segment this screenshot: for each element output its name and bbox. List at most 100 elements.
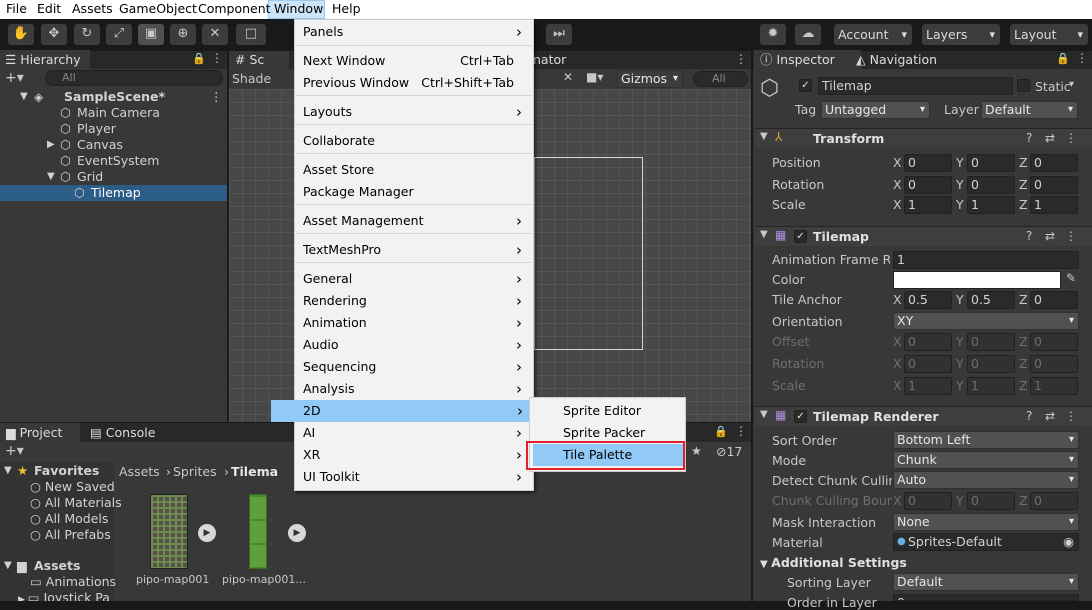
account-dropdown[interactable]: Account (834, 24, 912, 45)
tile-anchor-y-input[interactable]: 0.5 (967, 291, 1015, 309)
fav-item-new-saved[interactable]: ○ New Saved (30, 479, 115, 495)
tree-item-tilemap[interactable]: ⬡ Tilemap (0, 185, 227, 201)
help-icon[interactable]: ? (1026, 409, 1032, 423)
pivot-toggle-icon[interactable]: □ (236, 24, 266, 45)
position-z-input[interactable]: 0 (1030, 154, 1078, 172)
tilemap-header[interactable]: ▼ ▦ ✓ Tilemap ? ⇄ ⋮ (755, 226, 1092, 246)
move-tool-icon[interactable]: ✥ (41, 24, 67, 45)
sort-order-dropdown[interactable]: Bottom Left (893, 431, 1079, 449)
rotate-tool-icon[interactable]: ↻ (74, 24, 100, 45)
transform-header[interactable]: ▼ ⅄ Transform ? ⇄ ⋮ (755, 128, 1092, 148)
active-checkbox[interactable]: ✓ (799, 79, 812, 92)
renderer-enabled-checkbox[interactable]: ✓ (794, 410, 807, 423)
tree-item-grid[interactable]: ▼ ⬡ Grid (0, 169, 227, 185)
folder-animations[interactable]: ▭ Animations (30, 574, 116, 590)
detect-culling-dropdown[interactable]: Auto (893, 471, 1079, 489)
star-filter-icon[interactable]: ★ (691, 444, 702, 458)
menu-item-asset-store[interactable]: Asset Store (296, 159, 532, 181)
services-icon[interactable]: ✹ (760, 24, 786, 45)
more-icon[interactable]: ⋮ (1076, 51, 1088, 65)
breadcrumb-tilemap[interactable]: Tilema (231, 464, 278, 479)
menu-gameobject[interactable]: GameObject (119, 1, 197, 16)
more-icon[interactable]: ⋮ (211, 51, 223, 65)
static-checkbox[interactable] (1017, 79, 1030, 92)
tab-project[interactable]: ▆ Project (0, 423, 80, 443)
fav-item-all-materials[interactable]: ○ All Materials (30, 495, 122, 511)
component-menu-icon[interactable]: ⋮ (1065, 229, 1077, 243)
rect-tool-icon[interactable]: ▣ (138, 24, 164, 45)
gizmos-dropdown[interactable]: Gizmos (617, 70, 683, 88)
static-dropdown-icon[interactable]: ▾ (1069, 79, 1074, 90)
tree-item-canvas[interactable]: ▶ ⬡ Canvas (0, 137, 227, 153)
add-icon[interactable]: +▾ (5, 443, 24, 459)
lock-icon[interactable]: 🔒 (1056, 52, 1070, 65)
scene-more-icon[interactable]: ⋮ (210, 89, 223, 105)
tab-console[interactable]: ▤ Console (88, 423, 155, 443)
position-y-input[interactable]: 0 (967, 154, 1015, 172)
scale-tool-icon[interactable]: ⤢ (106, 24, 132, 45)
cloud-icon[interactable]: ☁ (795, 24, 821, 45)
tools-icon[interactable]: ✕ (563, 70, 573, 84)
tilemap-enabled-checkbox[interactable]: ✓ (794, 230, 807, 243)
favorites-row[interactable]: ▼ ★ Favorites (4, 463, 114, 479)
menu-file[interactable]: File (6, 1, 27, 16)
menu-item-panels[interactable]: Panels › (296, 21, 532, 43)
menu-item-sprite-editor[interactable]: Sprite Editor (530, 400, 685, 422)
hierarchy-search-input[interactable]: All (45, 70, 223, 86)
color-swatch[interactable] (893, 271, 1061, 289)
sprite-thumbnail-1[interactable] (150, 494, 188, 569)
menu-item-rendering[interactable]: Rendering › (296, 290, 532, 312)
menu-item-xr[interactable]: XR › (296, 444, 532, 466)
menu-item-package-manager[interactable]: Package Manager (296, 181, 532, 203)
menu-item-next-window[interactable]: Next Window Ctrl+Tab (296, 50, 532, 72)
expand-arrow-icon[interactable]: ▼ (47, 169, 55, 185)
mode-dropdown[interactable]: Chunk (893, 451, 1079, 469)
add-icon[interactable]: +▾ (5, 70, 24, 86)
preset-icon[interactable]: ⇄ (1045, 229, 1055, 243)
menu-item-animation[interactable]: Animation › (296, 312, 532, 334)
fav-item-all-models[interactable]: ○ All Models (30, 511, 108, 527)
menu-item-collaborate[interactable]: Collaborate (296, 130, 532, 152)
camera-icon[interactable]: ■▾ (586, 70, 603, 84)
tile-anchor-x-input[interactable]: 0.5 (904, 291, 952, 309)
tilemap-renderer-header[interactable]: ▼ ▦ ✓ Tilemap Renderer ? ⇄ ⋮ (755, 406, 1092, 426)
tree-item-player[interactable]: ⬡ Player (0, 121, 227, 137)
tab-scene[interactable]: # Sc (229, 51, 289, 69)
position-x-input[interactable]: 0 (904, 154, 952, 172)
expand-arrow-icon[interactable]: ▼ (760, 229, 768, 240)
menu-item-audio[interactable]: Audio › (296, 334, 532, 356)
expand-arrow-icon[interactable]: ▼ (20, 89, 28, 105)
menu-item-2d[interactable]: 2D › (271, 400, 533, 422)
tab-hierarchy[interactable]: ☰ Hierarchy (0, 50, 90, 70)
more-icon[interactable]: ⋮ (735, 52, 747, 66)
tile-anchor-z-input[interactable]: 0 (1030, 291, 1078, 309)
eyedropper-icon[interactable]: ✎ (1066, 271, 1076, 285)
scale-x-input[interactable]: 1 (904, 196, 952, 214)
help-icon[interactable]: ? (1026, 229, 1032, 243)
lock-icon[interactable]: 🔒 (192, 52, 206, 65)
tree-item-eventsystem[interactable]: ⬡ EventSystem (0, 153, 227, 169)
breadcrumb-assets[interactable]: Assets (119, 464, 160, 479)
menu-edit[interactable]: Edit (37, 1, 61, 16)
anim-rate-input[interactable]: 1 (893, 251, 1079, 269)
layers-dropdown[interactable]: Layers (922, 24, 1000, 45)
material-field[interactable]: ● Sprites-Default ◉ (893, 533, 1079, 551)
assets-row[interactable]: ▼ ▆ Assets (4, 558, 114, 574)
object-picker-icon[interactable]: ◉ (1063, 534, 1074, 550)
hand-tool-icon[interactable]: ✋ (8, 24, 34, 45)
fav-item-all-prefabs[interactable]: ○ All Prefabs (30, 527, 111, 543)
expand-arrow-icon[interactable]: ▼ (4, 558, 12, 574)
expand-arrow-icon[interactable]: ▼ (760, 409, 768, 420)
tab-animator[interactable]: nator (533, 51, 566, 69)
collapsed-arrow-icon[interactable]: ▶ (18, 595, 28, 601)
additional-settings-foldout[interactable]: ▼ Additional Settings (760, 555, 907, 570)
shading-mode-dropdown[interactable]: Shade (232, 71, 271, 86)
menu-item-asset-management[interactable]: Asset Management › (296, 210, 532, 232)
sorting-layer-dropdown[interactable]: Default (893, 573, 1079, 591)
scene-row[interactable]: ▼ ◈ SampleScene* ⋮ (0, 89, 227, 105)
expand-arrow-icon[interactable]: ▼ (760, 131, 768, 142)
menu-item-sequencing[interactable]: Sequencing › (296, 356, 532, 378)
tab-navigation[interactable]: ◭ Navigation (854, 50, 937, 70)
expand-arrow-icon[interactable]: ▼ (760, 559, 771, 570)
scene-search-input[interactable]: All (693, 71, 748, 87)
